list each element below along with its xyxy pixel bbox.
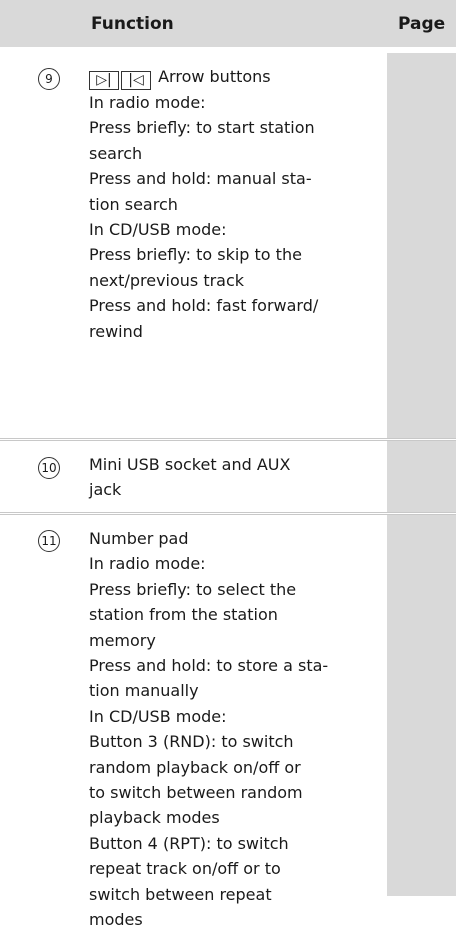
text-line: next/previous track	[89, 270, 245, 290]
text-line: Mini USB socket and AUX	[89, 455, 291, 474]
text-line: rewind	[89, 321, 143, 341]
arrow-buttons-line: ▷| |◁ Arrow buttons	[89, 64, 381, 90]
page-cell	[387, 441, 456, 512]
text-line: In CD/USB mode:	[89, 220, 227, 240]
text-line: Press briefly: to start station	[89, 118, 315, 138]
text-line: Button 3 (RND): to switch	[89, 732, 294, 752]
table-header: Function Page	[0, 0, 456, 50]
skip-forward-key-icon: ▷|	[89, 71, 119, 90]
text-line: Press briefly: to select the	[89, 579, 297, 599]
skip-back-key-icon: |◁	[121, 71, 151, 90]
text-line: tion manually	[89, 681, 199, 701]
text-line: Button 4 (RPT): to switch	[89, 833, 289, 853]
page-column-header: Page	[398, 14, 446, 34]
table-row: 10 Mini USB socket and AUX jack	[0, 441, 456, 512]
row-number: 11	[38, 530, 60, 552]
text-line: search	[89, 143, 143, 163]
text-line: Press and hold: manual sta-	[89, 169, 312, 189]
text-line: memory	[89, 630, 156, 650]
page-cell	[387, 53, 456, 438]
text-line: In radio mode:	[89, 93, 206, 112]
text-line: jack	[89, 480, 122, 500]
function-column-header: Function	[91, 14, 174, 34]
table-row: 11 Number pad In radio mode: Press brief…	[0, 515, 456, 929]
text-line: Number pad	[89, 529, 189, 548]
row-number: 9	[38, 68, 60, 90]
table-row: 9 ▷| |◁ Arrow buttons In radio mode: Pres…	[0, 53, 456, 438]
text-line: station from the station	[89, 605, 278, 625]
text-line: tion search	[89, 194, 178, 214]
text-line: In CD/USB mode:	[89, 706, 227, 726]
function-table: Function Page 9 ▷| |◁ Arrow buttons In ra…	[0, 0, 456, 929]
text-line: In radio mode:	[89, 554, 206, 574]
text-line: to switch between random	[89, 783, 303, 803]
text-line: switch between repeat	[89, 884, 272, 904]
text-line: playback modes	[89, 808, 220, 828]
arrow-buttons-label: Arrow buttons	[158, 67, 271, 86]
page-cell	[387, 515, 456, 896]
text-line: Press and hold: fast forward/	[89, 296, 319, 316]
text-line: Press and hold: to store a sta-	[89, 656, 329, 676]
text-line: modes	[89, 910, 143, 930]
text-line: repeat track on/off or to	[89, 859, 281, 879]
text-line: Press briefly: to skip to the	[89, 245, 302, 265]
row-number: 10	[38, 457, 60, 479]
text-line: random playback on/off or	[89, 757, 301, 777]
